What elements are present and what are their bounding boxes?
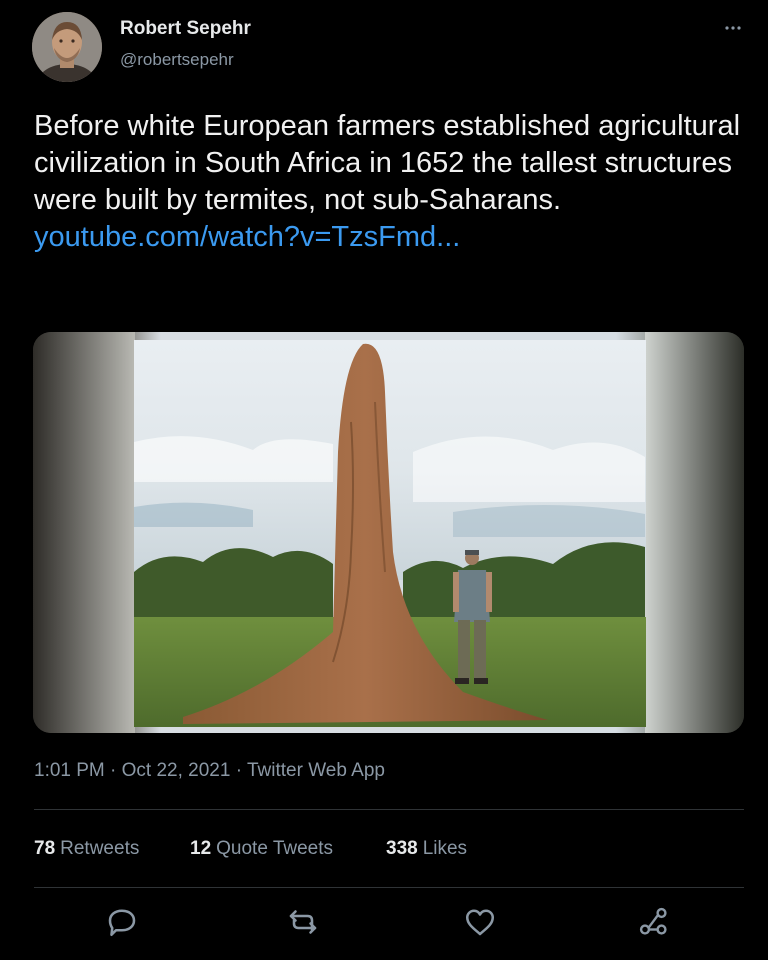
quotes-stat[interactable]: 12 Quote Tweets: [190, 838, 333, 860]
like-icon[interactable]: [462, 904, 498, 940]
retweets-label: Retweets: [60, 838, 140, 859]
divider: [34, 887, 744, 888]
divider: [34, 809, 744, 810]
tweet: Robert Sepehr @robertsepehr Before white…: [0, 0, 768, 960]
share-icon[interactable]: [636, 904, 672, 940]
retweet-icon[interactable]: [285, 904, 321, 940]
tweet-timestamp[interactable]: 1:01 PM · Oct 22, 2021 · Twitter Web App: [34, 760, 385, 782]
author-handle[interactable]: @robertsepehr: [120, 50, 234, 70]
tweet-actions: [0, 900, 768, 944]
tweet-media-image[interactable]: [33, 332, 744, 733]
termite-mound-photo: [33, 332, 744, 733]
likes-count: 338: [386, 838, 418, 859]
avatar[interactable]: [32, 12, 102, 82]
retweets-count: 78: [34, 838, 56, 859]
author-display-name[interactable]: Robert Sepehr: [120, 18, 251, 40]
quotes-label: Quote Tweets: [216, 838, 334, 859]
tweet-link[interactable]: youtube.com/watch?v=TzsFmd...: [34, 221, 460, 253]
avatar-portrait: [32, 12, 102, 82]
likes-stat[interactable]: 338 Likes: [386, 838, 467, 860]
retweets-stat[interactable]: 78 Retweets: [34, 838, 139, 860]
reply-icon[interactable]: [104, 904, 140, 940]
tweet-text: Before white European farmers establishe…: [34, 108, 744, 256]
likes-label: Likes: [422, 838, 468, 859]
more-icon[interactable]: [718, 18, 748, 38]
tweet-body: Before white European farmers establishe…: [34, 110, 741, 216]
quotes-count: 12: [190, 838, 212, 859]
